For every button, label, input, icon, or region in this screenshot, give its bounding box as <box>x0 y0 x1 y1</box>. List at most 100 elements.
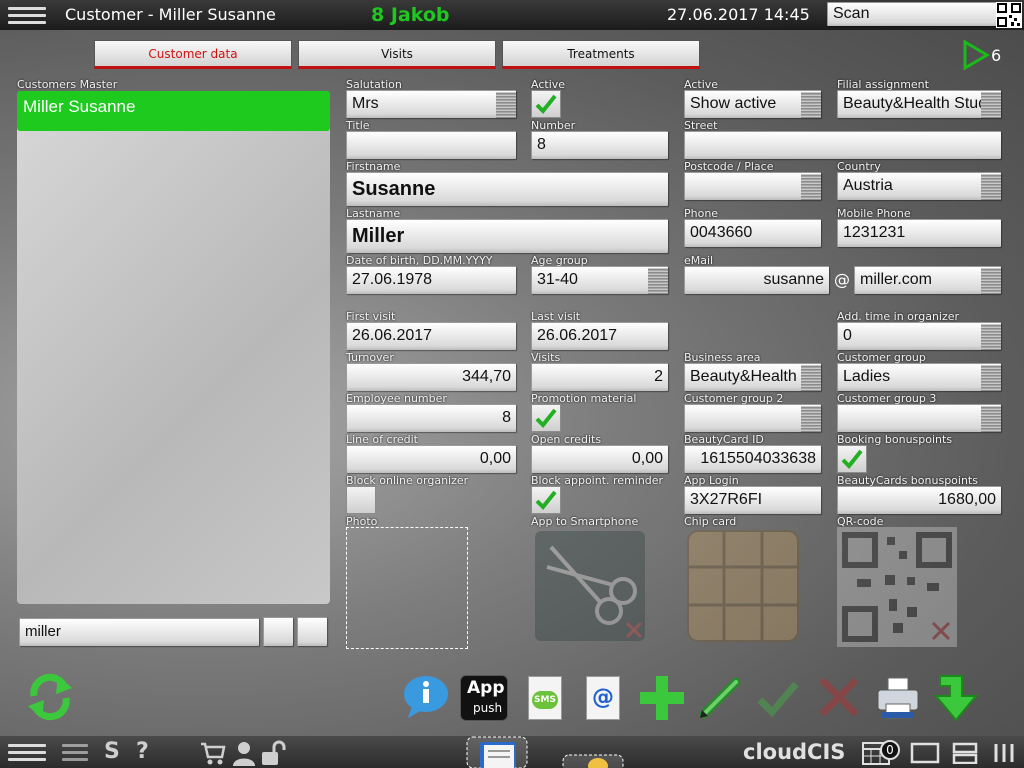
window-title: Customer - Miller Susanne <box>65 5 276 24</box>
play-count: 6 <box>991 46 1002 65</box>
lastname-input[interactable]: Miller <box>346 219 668 253</box>
bonuspoints-checkbox[interactable] <box>837 445 867 473</box>
dropdown-handle[interactable] <box>801 174 821 200</box>
postcode-select[interactable] <box>684 172 821 200</box>
info-icon[interactable] <box>402 674 450 720</box>
turnover-input[interactable]: 344,70 <box>346 363 516 391</box>
customer-group-3-select[interactable] <box>837 404 1001 432</box>
employee-number-input[interactable]: 8 <box>346 404 516 432</box>
cart-icon[interactable] <box>200 741 226 765</box>
employee-label[interactable]: 8 Jakob <box>371 4 450 26</box>
email-domain-select[interactable]: miller.com <box>854 266 1001 294</box>
credit-input[interactable]: 0,00 <box>346 445 516 473</box>
bottom-bar: S ? cloudCIS 0 <box>0 736 1024 768</box>
customer-group-select[interactable]: Ladies <box>837 363 1001 391</box>
scan-input[interactable]: Scan <box>827 2 997 26</box>
dropdown-handle[interactable] <box>981 365 1001 391</box>
list-icon[interactable] <box>62 741 88 763</box>
dropdown-handle[interactable] <box>981 268 1001 294</box>
chip-card-icon[interactable] <box>684 527 802 645</box>
filial-select[interactable]: Beauty&Health Studio <box>837 90 1001 118</box>
last-visit-input[interactable]: 26.06.2017 <box>531 322 668 350</box>
photo-placeholder[interactable] <box>346 527 468 649</box>
s-button[interactable]: S <box>104 739 120 764</box>
pen-icon[interactable] <box>696 674 744 722</box>
email-user-input[interactable]: susanne <box>684 266 829 294</box>
top-bar: Customer - Miller Susanne 8 Jakob 27.06.… <box>0 0 1024 30</box>
phone-input[interactable]: 0043660 <box>684 219 821 247</box>
bc-bonus-input[interactable]: 1680,00 <box>837 486 1001 514</box>
refresh-icon[interactable] <box>24 672 76 722</box>
app-push-push-text: push <box>473 701 503 715</box>
tab-visits[interactable]: Visits <box>298 40 496 69</box>
tab-treatments[interactable]: Treatments <box>502 40 700 69</box>
first-visit-input[interactable]: 26.06.2017 <box>346 322 516 350</box>
qr-scan-icon[interactable] <box>996 2 1022 28</box>
bottom-menu-icon[interactable] <box>8 741 46 763</box>
promotion-checkbox[interactable] <box>531 404 561 432</box>
split-view-icon[interactable] <box>952 742 978 764</box>
number-input[interactable]: 8 <box>531 131 668 159</box>
block-reminder-checkbox[interactable] <box>531 486 561 514</box>
title-input[interactable] <box>346 131 516 159</box>
sms-icon[interactable]: SMS <box>528 676 562 720</box>
email-icon[interactable]: @ <box>586 676 620 720</box>
brand-logo: cloudCIS <box>743 740 846 764</box>
salutation-select[interactable]: Mrs <box>346 90 516 118</box>
customers-list[interactable] <box>17 91 330 604</box>
tab-customer-data[interactable]: Customer data <box>94 40 292 69</box>
open-credits-input[interactable]: 0,00 <box>531 445 668 473</box>
visits-input[interactable]: 2 <box>531 363 668 391</box>
dropdown-handle[interactable] <box>801 406 821 432</box>
dropdown-handle[interactable] <box>496 92 516 118</box>
notebook-icon[interactable] <box>466 736 528 768</box>
street-input[interactable] <box>684 131 1001 159</box>
play-icon[interactable] <box>962 40 990 70</box>
unlock-icon[interactable] <box>260 740 288 766</box>
user-icon[interactable] <box>232 740 256 766</box>
add-time-select[interactable]: 0 <box>837 322 1001 350</box>
add-time-value: 0 <box>843 327 852 344</box>
columns-view-icon[interactable] <box>992 742 1016 764</box>
dob-input[interactable]: 27.06.1978 <box>346 266 516 294</box>
messages-icon[interactable] <box>562 754 624 768</box>
dropdown-handle[interactable] <box>981 174 1001 200</box>
scissors-icon[interactable] <box>531 527 649 645</box>
customer-group-2-select[interactable] <box>684 404 821 432</box>
active-filter-select[interactable]: Show active <box>684 90 821 118</box>
dropdown-handle[interactable] <box>801 92 821 118</box>
active-checkbox[interactable] <box>531 90 561 118</box>
single-view-icon[interactable] <box>910 742 940 764</box>
printer-icon[interactable] <box>874 674 922 722</box>
check-icon <box>841 449 863 469</box>
country-select[interactable]: Austria <box>837 172 1001 200</box>
main-menu-icon[interactable] <box>8 4 46 26</box>
age-group-value: 31-40 <box>537 271 578 288</box>
search-option-button-1[interactable] <box>263 617 293 646</box>
app-push-app-text: App <box>467 678 505 698</box>
help-button[interactable]: ? <box>136 739 149 764</box>
dropdown-handle[interactable] <box>981 92 1001 118</box>
search-option-button-2[interactable] <box>297 617 327 646</box>
dropdown-handle[interactable] <box>801 365 821 391</box>
dropdown-handle[interactable] <box>648 268 668 294</box>
block-online-checkbox[interactable] <box>346 486 376 514</box>
confirm-icon[interactable] <box>756 678 800 718</box>
app-login-input[interactable]: 3X27R6FI <box>684 486 821 514</box>
beautycard-input[interactable]: 1615504033638 <box>684 445 821 473</box>
qr-code-icon[interactable] <box>837 527 957 647</box>
age-group-select[interactable]: 31-40 <box>531 266 668 294</box>
business-area-select[interactable]: Beauty&Health <box>684 363 821 391</box>
mobile-input[interactable]: 1231231 <box>837 219 1001 247</box>
add-icon[interactable] <box>638 674 686 722</box>
customer-search-input[interactable]: miller <box>19 618 259 646</box>
firstname-input[interactable]: Susanne <box>346 172 668 206</box>
business-area-value: Beauty&Health <box>690 368 797 385</box>
app-push-icon[interactable]: App push <box>460 675 508 721</box>
customer-list-item[interactable]: Miller Susanne <box>17 91 330 131</box>
dropdown-handle[interactable] <box>981 406 1001 432</box>
dropdown-handle[interactable] <box>981 324 1001 350</box>
active-filter-value: Show active <box>690 95 777 112</box>
download-arrow-icon[interactable] <box>934 672 980 722</box>
cancel-icon[interactable] <box>818 676 860 718</box>
